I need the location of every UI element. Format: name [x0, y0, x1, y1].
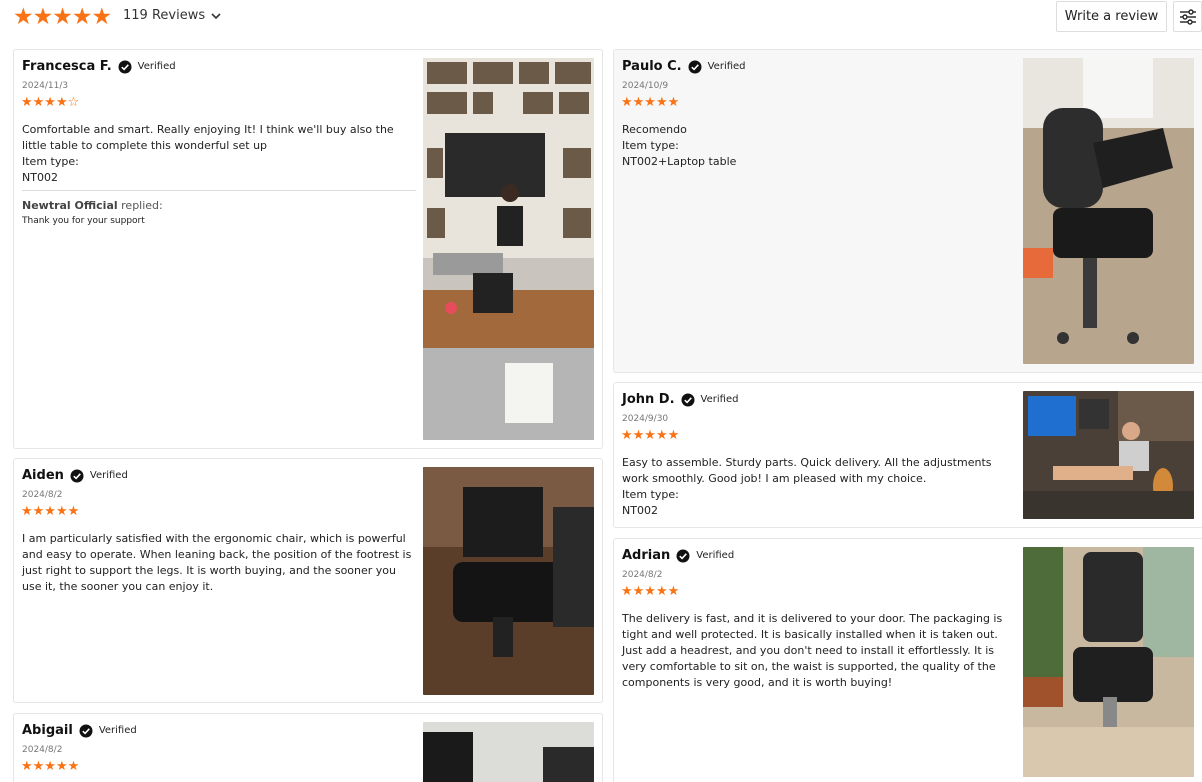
reply-author: Newtral Official [22, 199, 118, 212]
review-card: Abigail Verified 2024/8/2 ★★★★★ [13, 713, 603, 782]
verified-check-icon [70, 469, 84, 482]
reviewer-name: John D. [622, 392, 675, 407]
review-date: 2024/8/2 [22, 490, 63, 500]
verified-label: Verified [700, 394, 739, 405]
reply-header: Newtral Official replied: [22, 199, 163, 212]
rating-stars: ★★★★★ [621, 428, 680, 443]
review-text-line: very comfortable to sit on, the waist is… [622, 660, 996, 673]
rating-stars: ★★★★★ [621, 95, 680, 110]
review-text-line: tight and well protected. It is basicall… [622, 628, 998, 641]
verified-label: Verified [696, 550, 735, 561]
review-text-line: Recomendo [622, 123, 687, 136]
review-photo[interactable] [423, 467, 594, 695]
review-card: Aiden Verified 2024/8/2 ★★★★★ I am parti… [13, 458, 603, 703]
review-text-line: work smoothly. Good job! I am pleased wi… [622, 472, 927, 485]
review-text-line: little table to complete this wonderful … [22, 139, 268, 152]
verified-check-icon [681, 393, 695, 406]
verified-label: Verified [89, 470, 128, 481]
reply-divider [22, 190, 416, 191]
review-card: Paulo C. Verified 2024/10/9 ★★★★★ Recome… [613, 49, 1202, 373]
verified-label: Verified [137, 61, 176, 72]
verified-check-icon [79, 724, 93, 737]
review-card: John D. Verified 2024/9/30 ★★★★★ Easy to… [613, 382, 1202, 528]
review-text-line: I am particularly satisfied with the erg… [22, 532, 406, 545]
review-card: Francesca F. Verified 2024/11/3 ★★★★☆ Co… [13, 49, 603, 449]
reviewer-name: Adrian [622, 548, 671, 563]
verified-label: Verified [98, 725, 137, 736]
review-text-line: Item type: [22, 155, 79, 168]
review-text-line: just right to support the legs. It is wo… [22, 564, 396, 577]
star-icon: ★ [13, 4, 34, 30]
verified-check-icon [688, 60, 702, 73]
review-text-line: Item type: [622, 488, 679, 501]
verified-label: Verified [707, 61, 746, 72]
review-photo[interactable] [1023, 391, 1194, 519]
average-rating-stars: ★ ★ ★ ★ ★ [13, 4, 113, 30]
review-text-line: NT002 [22, 171, 58, 184]
reviewer-name: Francesca F. [22, 59, 112, 74]
review-photo[interactable] [423, 58, 594, 440]
review-text-line: components is very good, and it is worth… [622, 676, 893, 689]
review-text-line: NT002+Laptop table [622, 155, 737, 168]
reviews-count-dropdown[interactable]: 119 Reviews [123, 8, 221, 23]
review-body: I am particularly satisfied with the erg… [22, 531, 411, 595]
review-date: 2024/8/2 [22, 745, 63, 755]
reviewer-name: Abigail [22, 723, 73, 738]
review-card: Adrian Verified 2024/8/2 ★★★★★ The deliv… [613, 538, 1202, 782]
review-text-line: Comfortable and smart. Really enjoying I… [22, 123, 394, 136]
review-text-line: Easy to assemble. Sturdy parts. Quick de… [622, 456, 992, 469]
review-text-line: The delivery is fast, and it is delivere… [622, 612, 1003, 625]
filter-button[interactable] [1173, 1, 1202, 32]
rating-stars: ★★★★★ [21, 504, 80, 519]
reviews-count-label: 119 Reviews [123, 8, 206, 23]
review-photo[interactable] [1023, 547, 1194, 777]
reply-text: Thank you for your support [22, 216, 145, 226]
review-text-line: and easy to operate. When leaning back, … [22, 548, 412, 561]
verified-check-icon [676, 549, 690, 562]
review-date: 2024/9/30 [622, 414, 669, 424]
star-icon: ★ [32, 4, 54, 30]
star-icon: ★ [52, 4, 73, 30]
star-icon: ★ [71, 4, 93, 30]
review-date: 2024/11/3 [22, 81, 69, 91]
reviewer-name: Aiden [22, 468, 64, 483]
star-icon: ★ [91, 4, 113, 30]
review-body: Comfortable and smart. Really enjoying I… [22, 122, 394, 186]
review-photo[interactable] [423, 722, 594, 782]
review-text-line: use it, the sooner you can enjoy it. [22, 580, 214, 593]
rating-stars: ★★★★☆ [21, 95, 80, 110]
reviews-header: ★ ★ ★ ★ ★ 119 Reviews Write a review [0, 0, 1202, 34]
reviewer-name: Paulo C. [622, 59, 682, 74]
review-body: The delivery is fast, and it is delivere… [622, 611, 1002, 691]
verified-check-icon [118, 60, 132, 73]
reply-verb: replied: [121, 199, 163, 212]
review-date: 2024/8/2 [622, 570, 663, 580]
review-text-line: Item type: [622, 139, 679, 152]
review-body: Recomendo Item type: NT002+Laptop table [622, 122, 736, 170]
sliders-icon [1179, 8, 1196, 25]
review-text-line: Just add a headrest, and you don't need … [622, 644, 995, 657]
chevron-down-icon [211, 12, 221, 19]
review-body: Easy to assemble. Sturdy parts. Quick de… [622, 455, 992, 519]
review-photo[interactable] [1023, 58, 1194, 364]
review-text-line: NT002 [622, 504, 658, 517]
review-date: 2024/10/9 [622, 81, 669, 91]
rating-stars: ★★★★★ [21, 759, 80, 774]
rating-stars: ★★★★★ [621, 584, 680, 599]
write-review-button[interactable]: Write a review [1056, 1, 1167, 32]
